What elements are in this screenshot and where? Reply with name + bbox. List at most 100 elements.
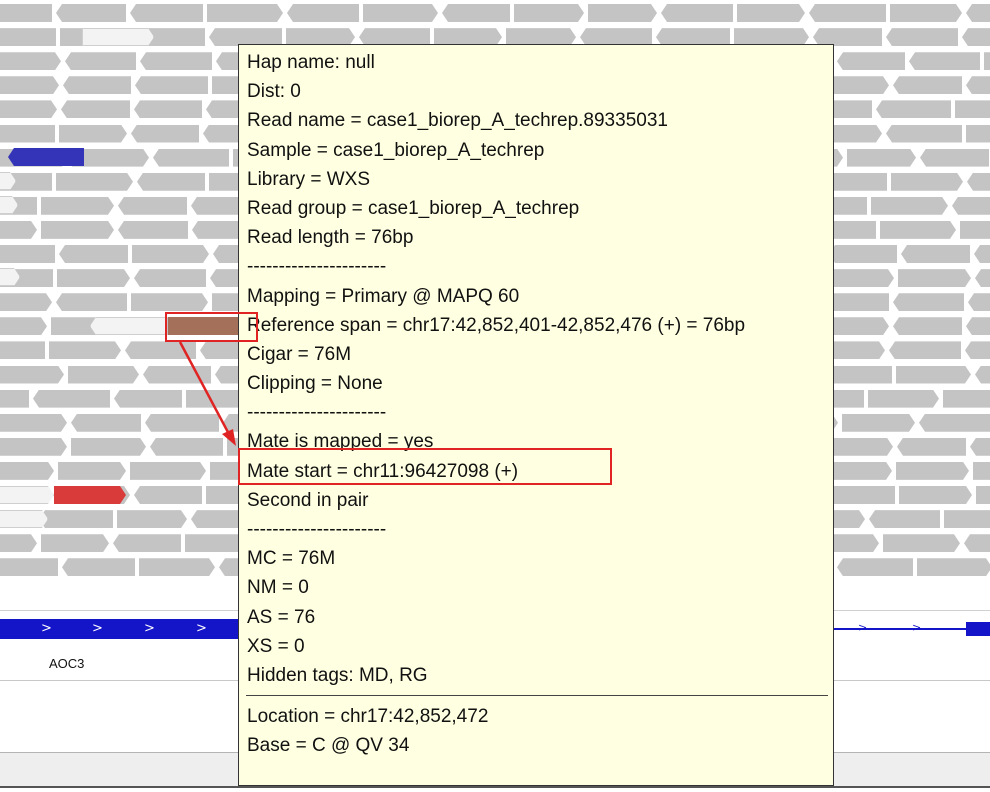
aligned-read[interactable] — [890, 4, 962, 22]
aligned-read[interactable] — [0, 558, 58, 577]
aligned-read[interactable] — [965, 341, 990, 360]
aligned-read[interactable] — [287, 4, 359, 22]
aligned-read[interactable] — [59, 245, 128, 263]
aligned-read[interactable] — [944, 510, 990, 528]
aligned-read[interactable] — [150, 437, 223, 456]
aligned-read[interactable] — [876, 100, 951, 119]
aligned-read[interactable] — [65, 52, 136, 71]
aligned-read[interactable] — [883, 534, 960, 552]
aligned-read[interactable] — [68, 366, 139, 384]
aligned-read[interactable] — [0, 52, 61, 70]
aligned-read[interactable] — [943, 390, 990, 408]
aligned-read[interactable] — [837, 52, 905, 71]
aligned-read[interactable] — [889, 341, 961, 360]
aligned-read[interactable] — [61, 100, 130, 119]
gene-intron-line[interactable] — [834, 628, 974, 630]
aligned-read[interactable] — [824, 438, 893, 456]
aligned-read[interactable] — [130, 462, 206, 480]
aligned-read[interactable] — [917, 558, 990, 576]
aligned-read[interactable] — [41, 221, 114, 239]
aligned-read[interactable] — [113, 534, 181, 553]
aligned-read[interactable] — [56, 173, 133, 191]
aligned-read[interactable] — [871, 197, 948, 215]
aligned-read[interactable] — [118, 196, 187, 215]
aligned-read[interactable] — [984, 52, 990, 70]
aligned-read[interactable] — [0, 4, 52, 22]
aligned-read[interactable] — [117, 510, 187, 528]
aligned-read[interactable] — [0, 317, 47, 335]
aligned-read[interactable] — [514, 4, 584, 22]
aligned-read[interactable] — [134, 486, 202, 504]
aligned-read[interactable] — [919, 413, 990, 432]
aligned-read[interactable] — [134, 269, 206, 288]
aligned-read[interactable] — [59, 125, 127, 143]
aligned-read[interactable] — [842, 414, 915, 432]
aligned-read[interactable] — [56, 4, 126, 22]
aligned-read[interactable] — [135, 76, 208, 95]
aligned-read[interactable] — [970, 437, 990, 456]
aligned-read[interactable] — [71, 438, 146, 456]
aligned-read[interactable] — [588, 4, 657, 22]
aligned-read[interactable] — [869, 510, 940, 529]
aligned-read[interactable] — [71, 413, 141, 432]
aligned-read[interactable] — [0, 366, 64, 384]
gene-exon[interactable] — [966, 622, 990, 636]
aligned-read[interactable] — [847, 149, 916, 167]
aligned-read[interactable] — [966, 4, 990, 22]
aligned-read[interactable] — [899, 486, 972, 504]
aligned-read[interactable] — [737, 4, 805, 22]
aligned-read[interactable] — [114, 389, 182, 408]
aligned-read[interactable] — [809, 4, 886, 22]
aligned-read[interactable] — [952, 196, 990, 215]
aligned-read[interactable] — [145, 413, 219, 432]
aligned-read[interactable] — [33, 389, 110, 408]
aligned-read[interactable] — [63, 76, 131, 95]
aligned-read[interactable] — [837, 558, 913, 577]
aligned-read[interactable] — [893, 76, 962, 95]
aligned-read[interactable] — [896, 366, 971, 384]
aligned-read[interactable] — [139, 558, 215, 576]
aligned-read[interactable] — [0, 76, 59, 94]
aligned-read[interactable] — [0, 389, 29, 408]
aligned-read[interactable] — [39, 510, 113, 529]
aligned-read[interactable] — [974, 245, 990, 263]
aligned-read[interactable] — [132, 245, 209, 263]
aligned-read[interactable] — [41, 534, 109, 552]
aligned-read[interactable] — [973, 462, 990, 480]
aligned-read[interactable] — [966, 317, 990, 336]
aligned-read[interactable] — [897, 437, 966, 456]
aligned-read[interactable] — [153, 148, 229, 167]
aligned-read[interactable] — [909, 52, 980, 71]
aligned-read[interactable] — [131, 124, 199, 143]
aligned-read[interactable] — [975, 269, 990, 288]
aligned-read[interactable] — [960, 221, 990, 239]
aligned-read[interactable] — [962, 28, 990, 47]
aligned-read[interactable] — [976, 486, 990, 504]
aligned-read[interactable] — [58, 462, 126, 480]
aligned-read[interactable] — [886, 124, 962, 143]
aligned-read[interactable] — [0, 293, 52, 311]
aligned-read[interactable] — [966, 125, 990, 143]
aligned-read[interactable] — [442, 4, 510, 22]
aligned-read[interactable] — [967, 172, 990, 191]
aligned-read[interactable] — [0, 462, 54, 480]
aligned-read[interactable] — [968, 293, 990, 312]
aligned-read[interactable] — [868, 390, 939, 408]
aligned-read[interactable] — [56, 293, 127, 312]
aligned-read[interactable] — [363, 4, 438, 22]
aligned-read[interactable] — [0, 341, 45, 360]
aligned-read[interactable] — [0, 510, 48, 528]
aligned-read[interactable] — [661, 4, 733, 22]
aligned-read[interactable] — [62, 558, 135, 577]
aligned-read[interactable] — [886, 28, 958, 47]
aligned-read[interactable] — [0, 124, 55, 143]
aligned-read[interactable] — [920, 148, 989, 167]
aligned-read[interactable] — [82, 28, 154, 46]
aligned-read[interactable] — [134, 100, 202, 119]
aligned-read[interactable] — [893, 317, 962, 336]
aligned-read[interactable] — [143, 365, 211, 384]
aligned-read[interactable] — [898, 269, 971, 287]
aligned-read[interactable] — [880, 221, 956, 239]
aligned-read[interactable] — [57, 269, 130, 287]
aligned-read[interactable] — [901, 245, 970, 263]
